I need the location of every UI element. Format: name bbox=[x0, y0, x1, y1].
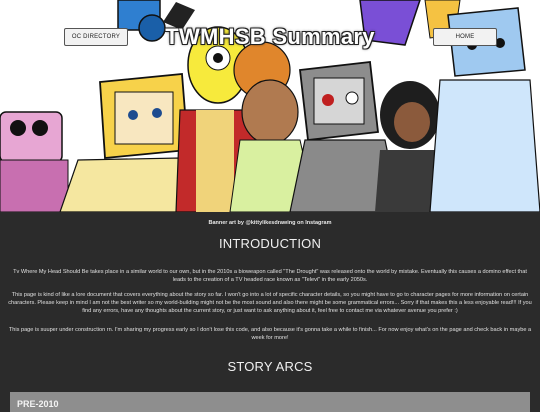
story-arcs-heading: STORY ARCS bbox=[227, 359, 313, 374]
oc-directory-button[interactable]: OC DIRECTORY bbox=[64, 28, 128, 46]
banner-art: OC DIRECTORY HOME TWMHSB Summary bbox=[0, 0, 540, 212]
introduction-heading: INTRODUCTION bbox=[218, 236, 322, 251]
banner-credit: Banner art by @kittylikesdrawing on Inst… bbox=[208, 220, 332, 226]
intro-paragraph: This page is suuper under construction r… bbox=[8, 327, 532, 341]
home-button[interactable]: HOME bbox=[433, 28, 497, 46]
intro-paragraph: This page is kind of like a lore documen… bbox=[8, 292, 532, 314]
arc-pre-2010-toggle[interactable]: PRE-2010 bbox=[10, 392, 530, 412]
intro-paragraph: Tv Where My Head Should Be takes place i… bbox=[13, 269, 527, 283]
